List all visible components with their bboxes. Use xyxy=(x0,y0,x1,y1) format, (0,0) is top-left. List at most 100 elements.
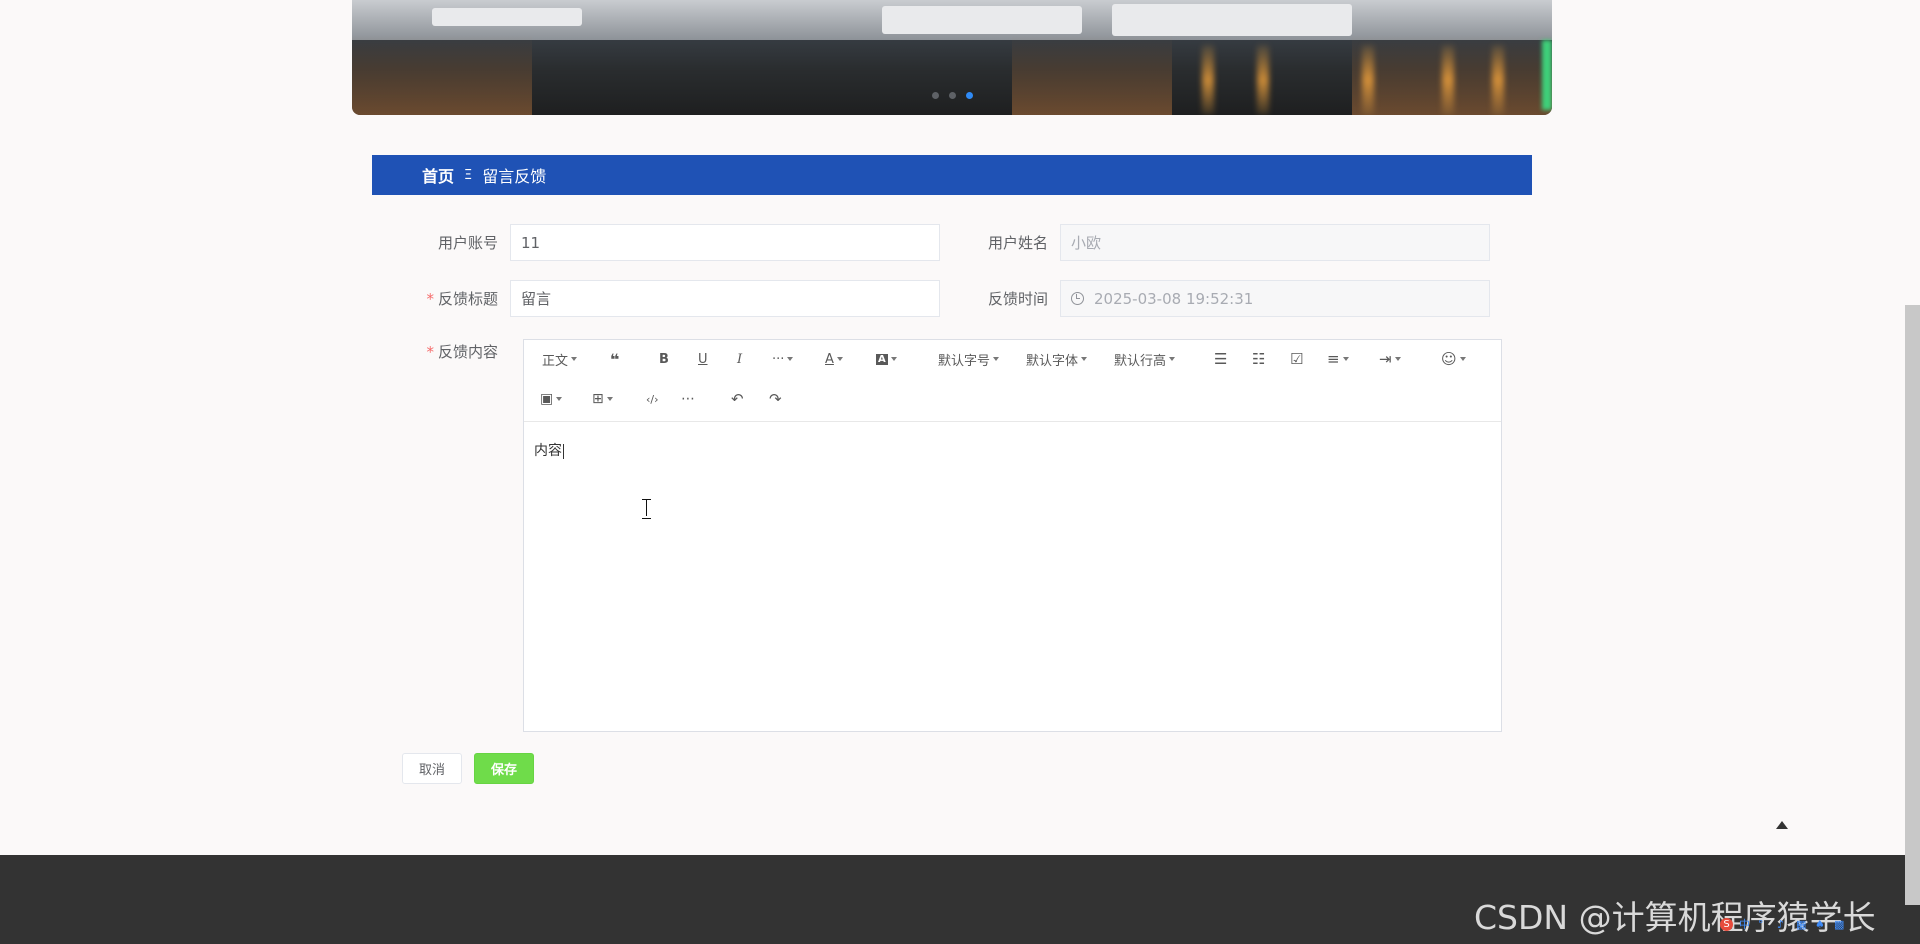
breadcrumb-separator-icon: Ξ xyxy=(464,167,473,183)
carousel-dot[interactable] xyxy=(948,92,956,99)
light-reflection xyxy=(1257,45,1269,115)
chevron-down-icon xyxy=(836,357,843,361)
indent-icon[interactable]: ⇥ xyxy=(1379,348,1401,370)
back-to-top-icon[interactable] xyxy=(1776,821,1789,831)
bg-color-icon: A xyxy=(876,353,888,365)
sogou-ime-icon[interactable]: S xyxy=(1720,918,1733,931)
image-icon[interactable]: ▣ xyxy=(540,388,563,410)
font-color-button[interactable]: A xyxy=(825,348,843,370)
account-label: 用户账号 xyxy=(370,232,510,253)
carousel-indicators xyxy=(352,84,1552,103)
more-style-button[interactable]: ··· xyxy=(772,348,794,370)
microphone-icon[interactable]: ♪ xyxy=(1777,918,1790,931)
numbered-list-icon[interactable]: ☷ xyxy=(1252,348,1265,370)
name-label-text: 用户姓名 xyxy=(987,234,1048,252)
chevron-down-icon xyxy=(890,357,897,361)
align-icon[interactable]: ≡ xyxy=(1327,348,1349,370)
account-row: 用户账号 11 xyxy=(370,224,940,261)
keyboard-icon[interactable]: ▦ xyxy=(1796,918,1809,931)
light-reflection xyxy=(1202,45,1214,115)
required-mark: * xyxy=(426,343,434,361)
name-input[interactable]: 小欧 xyxy=(1060,224,1490,261)
carousel-dot-active[interactable] xyxy=(965,92,973,99)
todo-checkbox-icon[interactable]: ☑ xyxy=(1290,348,1303,370)
table-icon[interactable]: ⊞ xyxy=(592,388,613,410)
quote-icon[interactable]: ❝ xyxy=(610,348,619,370)
system-tray: S 中 ° ♪ ▦ ♠ ▩ xyxy=(1720,918,1847,931)
editor-toolbar: 正文 ❝ B U I ··· A A 默认字号 默认字体 默认行高 ☰ ☷ ☑ … xyxy=(524,340,1501,422)
toolbox-icon[interactable]: ▩ xyxy=(1834,918,1847,931)
content-label-text: 反馈内容 xyxy=(437,343,498,361)
water-reflection xyxy=(352,35,532,115)
title-label: * 反馈标题 xyxy=(370,288,510,309)
line-height-select[interactable]: 默认行高 xyxy=(1114,348,1176,370)
content-label: * 反馈内容 xyxy=(370,341,510,362)
chevron-down-icon xyxy=(556,397,563,401)
code-icon[interactable]: ‹/› xyxy=(646,388,659,410)
chevron-down-icon xyxy=(606,397,613,401)
yacht-shape xyxy=(882,6,1082,34)
chevron-down-icon xyxy=(993,357,1000,361)
time-row: 反馈时间 2025-03-08 19:52:31 xyxy=(920,280,1490,317)
banner-carousel[interactable] xyxy=(352,0,1552,115)
chevron-down-icon xyxy=(787,357,794,361)
ime-mode-icon[interactable]: 中 xyxy=(1739,918,1752,931)
name-row: 用户姓名 小欧 xyxy=(920,224,1490,261)
account-label-text: 用户账号 xyxy=(437,234,498,252)
chevron-down-icon xyxy=(1342,357,1349,361)
required-mark: * xyxy=(426,290,434,308)
font-size-label: 默认字号 xyxy=(938,353,991,369)
underline-icon[interactable]: U xyxy=(698,348,708,370)
more-icon: ··· xyxy=(772,351,785,367)
breadcrumb: 首页 Ξ 留言反馈 xyxy=(372,155,1532,195)
water-reflection xyxy=(1012,35,1172,115)
line-height-label: 默认行高 xyxy=(1114,353,1167,369)
font-family-select[interactable]: 默认字体 xyxy=(1026,348,1088,370)
carousel-dot[interactable] xyxy=(931,92,939,99)
light-reflection xyxy=(1492,45,1504,115)
emoji-icon[interactable]: ☺ xyxy=(1441,348,1466,370)
title-value: 留言 xyxy=(521,290,552,308)
breadcrumb-current: 留言反馈 xyxy=(482,167,547,186)
chevron-down-icon xyxy=(1394,357,1401,361)
breadcrumb-home[interactable]: 首页 xyxy=(422,163,454,187)
undo-icon[interactable]: ↶ xyxy=(731,388,744,410)
chevron-down-icon xyxy=(1081,357,1088,361)
time-value: 2025-03-08 19:52:31 xyxy=(1094,289,1254,308)
time-label-text: 反馈时间 xyxy=(987,290,1048,308)
account-input[interactable]: 11 xyxy=(510,224,940,261)
content-row: * 反馈内容 xyxy=(370,341,510,362)
yacht-shape xyxy=(432,8,582,26)
time-input[interactable]: 2025-03-08 19:52:31 xyxy=(1060,280,1490,317)
font-color-icon: A xyxy=(825,351,834,367)
font-family-label: 默认字体 xyxy=(1026,353,1079,369)
time-label: 反馈时间 xyxy=(920,288,1060,309)
bg-color-button[interactable]: A xyxy=(876,348,897,370)
bullet-list-icon[interactable]: ☰ xyxy=(1214,348,1227,370)
bold-icon[interactable]: B xyxy=(659,348,669,370)
redo-icon[interactable]: ↷ xyxy=(769,388,782,410)
account-value: 11 xyxy=(521,233,541,252)
title-input[interactable]: 留言 xyxy=(510,280,940,317)
rich-text-editor: 正文 ❝ B U I ··· A A 默认字号 默认字体 默认行高 ☰ ☷ ☑ … xyxy=(523,339,1502,732)
punctuation-icon[interactable]: ° xyxy=(1758,918,1771,931)
name-label: 用户姓名 xyxy=(920,232,1060,253)
light-reflection xyxy=(1362,45,1374,115)
name-value: 小欧 xyxy=(1071,234,1102,252)
chevron-down-icon xyxy=(1459,357,1466,361)
editor-content[interactable]: 内容 xyxy=(524,422,1501,478)
watermark: CSDN @计算机程序猿学长 xyxy=(1474,898,1876,937)
title-row: * 反馈标题 留言 xyxy=(370,280,940,317)
title-label-text: 反馈标题 xyxy=(437,290,498,308)
font-size-select[interactable]: 默认字号 xyxy=(938,348,1000,370)
divider-icon[interactable]: ⋯ xyxy=(681,388,695,410)
chevron-down-icon xyxy=(1169,357,1176,361)
content-text: 内容 xyxy=(534,443,562,459)
italic-icon[interactable]: I xyxy=(737,348,742,370)
skin-icon[interactable]: ♠ xyxy=(1815,918,1828,931)
cancel-button[interactable]: 取消 xyxy=(402,753,462,784)
scrollbar-thumb[interactable] xyxy=(1905,305,1920,905)
heading-select[interactable]: 正文 xyxy=(542,348,578,370)
save-button[interactable]: 保存 xyxy=(474,753,534,784)
heading-select-label: 正文 xyxy=(542,353,569,369)
